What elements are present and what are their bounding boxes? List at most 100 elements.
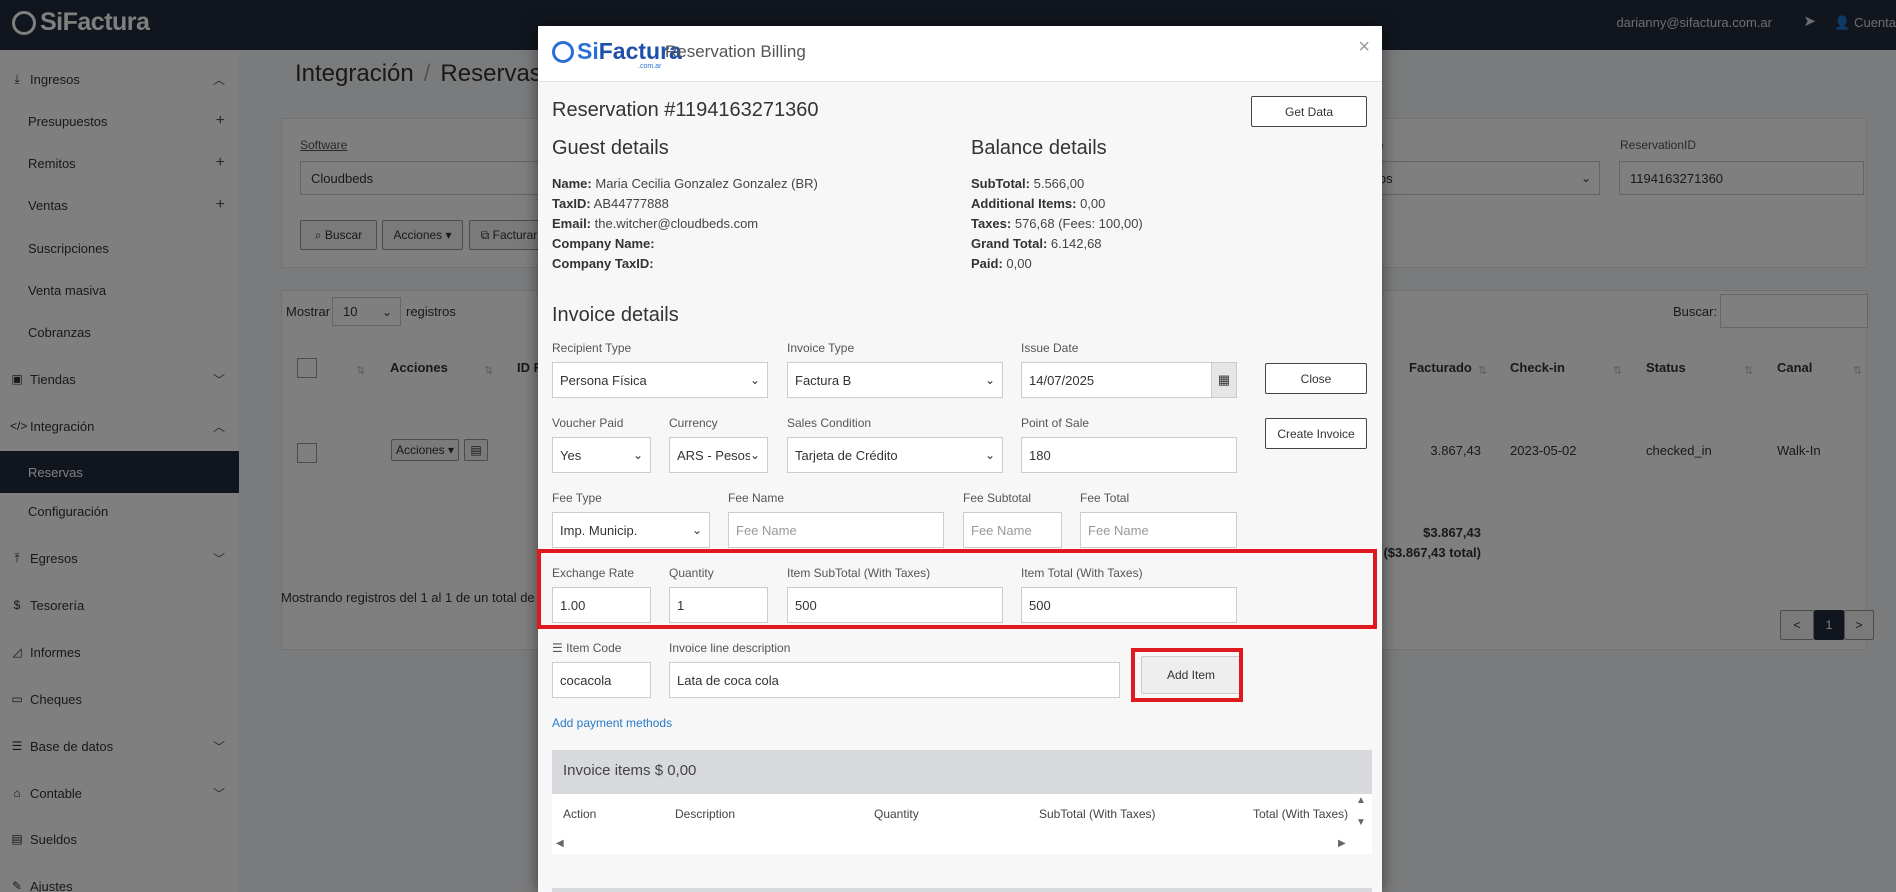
fee-subtotal-label: Fee Subtotal xyxy=(963,491,1032,505)
issue-date-label: Issue Date xyxy=(1021,341,1079,355)
guest-company-taxid: Company TaxID: xyxy=(552,256,654,271)
point-of-sale-label: Point of Sale xyxy=(1021,416,1090,430)
balance-grand-value: 6.142,68 xyxy=(1047,236,1102,251)
fee-name-input[interactable]: Fee Name xyxy=(728,512,944,548)
voucher-paid-label: Voucher Paid xyxy=(552,416,624,430)
issue-date-input[interactable]: 14/07/2025 xyxy=(1021,362,1237,398)
reservation-title: Reservation #1194163271360 xyxy=(552,99,819,121)
point-of-sale-input[interactable]: 180 xyxy=(1021,437,1237,473)
balance-subtotal-key: SubTotal: xyxy=(971,176,1030,191)
recipient-type-label: Recipient Type xyxy=(552,341,632,355)
guest-email: Email: the.witcher@cloudbeds.com xyxy=(552,216,758,231)
item-code-label: ☰ Item Code xyxy=(552,641,621,655)
list-icon: ☰ xyxy=(552,641,567,655)
guest-company-key: Company Name: xyxy=(552,236,655,251)
guest-email-key: Email: xyxy=(552,216,592,231)
logo-ring-icon xyxy=(552,40,574,63)
point-of-sale-value: 180 xyxy=(1029,447,1051,463)
calendar-icon[interactable]: ▦ xyxy=(1211,362,1237,398)
chevron-down-icon: ⌄ xyxy=(632,448,643,462)
balance-additional-key: Additional Items: xyxy=(971,196,1077,211)
item-code-input[interactable]: cocacola xyxy=(552,662,651,698)
highlight-box-item-amounts xyxy=(537,549,1377,629)
line-description-label: Invoice line description xyxy=(669,641,791,655)
line-description-value: Lata de coca cola xyxy=(677,672,779,688)
chevron-down-icon: ⌄ xyxy=(749,448,760,462)
items-col-quantity[interactable]: Quantity xyxy=(874,807,919,821)
reservation-billing-modal: SiFactura .com.ar Reservation Billing × … xyxy=(537,26,1382,892)
issue-date-value: 14/07/2025 xyxy=(1029,372,1095,388)
chevron-down-icon: ⌄ xyxy=(749,373,760,387)
balance-paid: Paid: 0,00 xyxy=(971,256,1032,271)
brand-si: Si xyxy=(577,38,599,64)
fee-total-label: Fee Total xyxy=(1080,491,1130,505)
balance-paid-value: 0,00 xyxy=(1002,256,1032,271)
recipient-type-value: Persona Física xyxy=(560,372,647,388)
currency-label: Currency xyxy=(669,416,718,430)
fee-type-select[interactable]: Imp. Municip. ⌄ xyxy=(552,512,710,548)
fee-type-label: Fee Type xyxy=(552,491,602,505)
modal-title: Reservation Billing xyxy=(665,42,806,61)
close-icon[interactable]: × xyxy=(1358,36,1370,59)
chevron-down-icon: ⌄ xyxy=(691,523,702,537)
fee-name-placeholder: Fee Name xyxy=(736,522,797,538)
scroll-left-icon[interactable]: ◀ xyxy=(556,838,564,849)
items-col-description[interactable]: Description xyxy=(675,807,735,821)
fee-subtotal-input[interactable]: Fee Name xyxy=(963,512,1062,548)
fee-subtotal-placeholder: Fee Name xyxy=(971,522,1032,538)
scroll-up-icon[interactable]: ▲ xyxy=(1356,795,1366,806)
scroll-right-icon[interactable]: ▶ xyxy=(1338,838,1346,849)
line-description-input[interactable]: Lata de coca cola xyxy=(669,662,1120,698)
balance-details-title: Balance details xyxy=(971,137,1107,159)
create-invoice-button[interactable]: Create Invoice xyxy=(1265,418,1367,449)
guest-name-value: Maria Cecilia Gonzalez Gonzalez (BR) xyxy=(591,176,818,191)
guest-details-title: Guest details xyxy=(552,137,669,159)
fee-type-value: Imp. Municip. xyxy=(560,522,638,538)
balance-additional-value: 0,00 xyxy=(1076,196,1106,211)
scroll-down-icon[interactable]: ▼ xyxy=(1356,817,1366,828)
close-button[interactable]: Close xyxy=(1265,363,1367,394)
get-data-button[interactable]: Get Data xyxy=(1251,96,1367,127)
brand-sub: .com.ar xyxy=(638,63,662,70)
highlight-box-add-item xyxy=(1131,648,1243,702)
balance-taxes-value: 576,68 (Fees: 100,00) xyxy=(1011,216,1143,231)
voucher-paid-select[interactable]: Yes ⌄ xyxy=(552,437,651,473)
currency-select[interactable]: ARS - Pesos ⌄ xyxy=(669,437,768,473)
add-payment-methods-link[interactable]: Add payment methods xyxy=(552,716,672,730)
chevron-down-icon: ⌄ xyxy=(984,373,995,387)
items-col-total[interactable]: Total (With Taxes) xyxy=(1253,807,1348,821)
balance-paid-key: Paid: xyxy=(971,256,1003,271)
balance-additional: Additional Items: 0,00 xyxy=(971,196,1105,211)
modal-logo: SiFactura .com.ar xyxy=(552,38,682,70)
items-col-action[interactable]: Action xyxy=(563,807,596,821)
invoice-details-title: Invoice details xyxy=(552,304,679,326)
next-section-edge xyxy=(552,888,1372,892)
item-code-label-text: Item Code xyxy=(566,641,622,655)
guest-company-taxid-key: Company TaxID: xyxy=(552,256,654,271)
invoice-items-title: Invoice items $ 0,00 xyxy=(563,762,697,779)
sales-condition-value: Tarjeta de Crédito xyxy=(795,447,898,463)
sales-condition-label: Sales Condition xyxy=(787,416,872,430)
balance-grand-key: Grand Total: xyxy=(971,236,1048,251)
guest-taxid: TaxID: AB44777888 xyxy=(552,196,669,211)
items-col-subtotal[interactable]: SubTotal (With Taxes) xyxy=(1039,807,1156,821)
fee-total-input[interactable]: Fee Name xyxy=(1080,512,1237,548)
invoice-type-select[interactable]: Factura B ⌄ xyxy=(787,362,1003,398)
balance-grand-total: Grand Total: 6.142,68 xyxy=(971,236,1102,251)
balance-subtotal-value: 5.566,00 xyxy=(1029,176,1085,191)
balance-subtotal: SubTotal: 5.566,00 xyxy=(971,176,1084,191)
recipient-type-select[interactable]: Persona Física ⌄ xyxy=(552,362,768,398)
balance-taxes-key: Taxes: xyxy=(971,216,1012,231)
invoice-type-value: Factura B xyxy=(795,372,852,388)
invoice-type-label: Invoice Type xyxy=(787,341,855,355)
item-code-value: cocacola xyxy=(560,672,612,688)
sales-condition-select[interactable]: Tarjeta de Crédito ⌄ xyxy=(787,437,1003,473)
chevron-down-icon: ⌄ xyxy=(984,448,995,462)
guest-email-value: the.witcher@cloudbeds.com xyxy=(591,216,759,231)
fee-total-placeholder: Fee Name xyxy=(1088,522,1149,538)
guest-name-key: Name: xyxy=(552,176,592,191)
currency-value: ARS - Pesos xyxy=(677,447,752,463)
invoice-items-table xyxy=(552,794,1372,854)
balance-taxes: Taxes: 576,68 (Fees: 100,00) xyxy=(971,216,1143,231)
guest-taxid-value: AB44777888 xyxy=(590,196,669,211)
